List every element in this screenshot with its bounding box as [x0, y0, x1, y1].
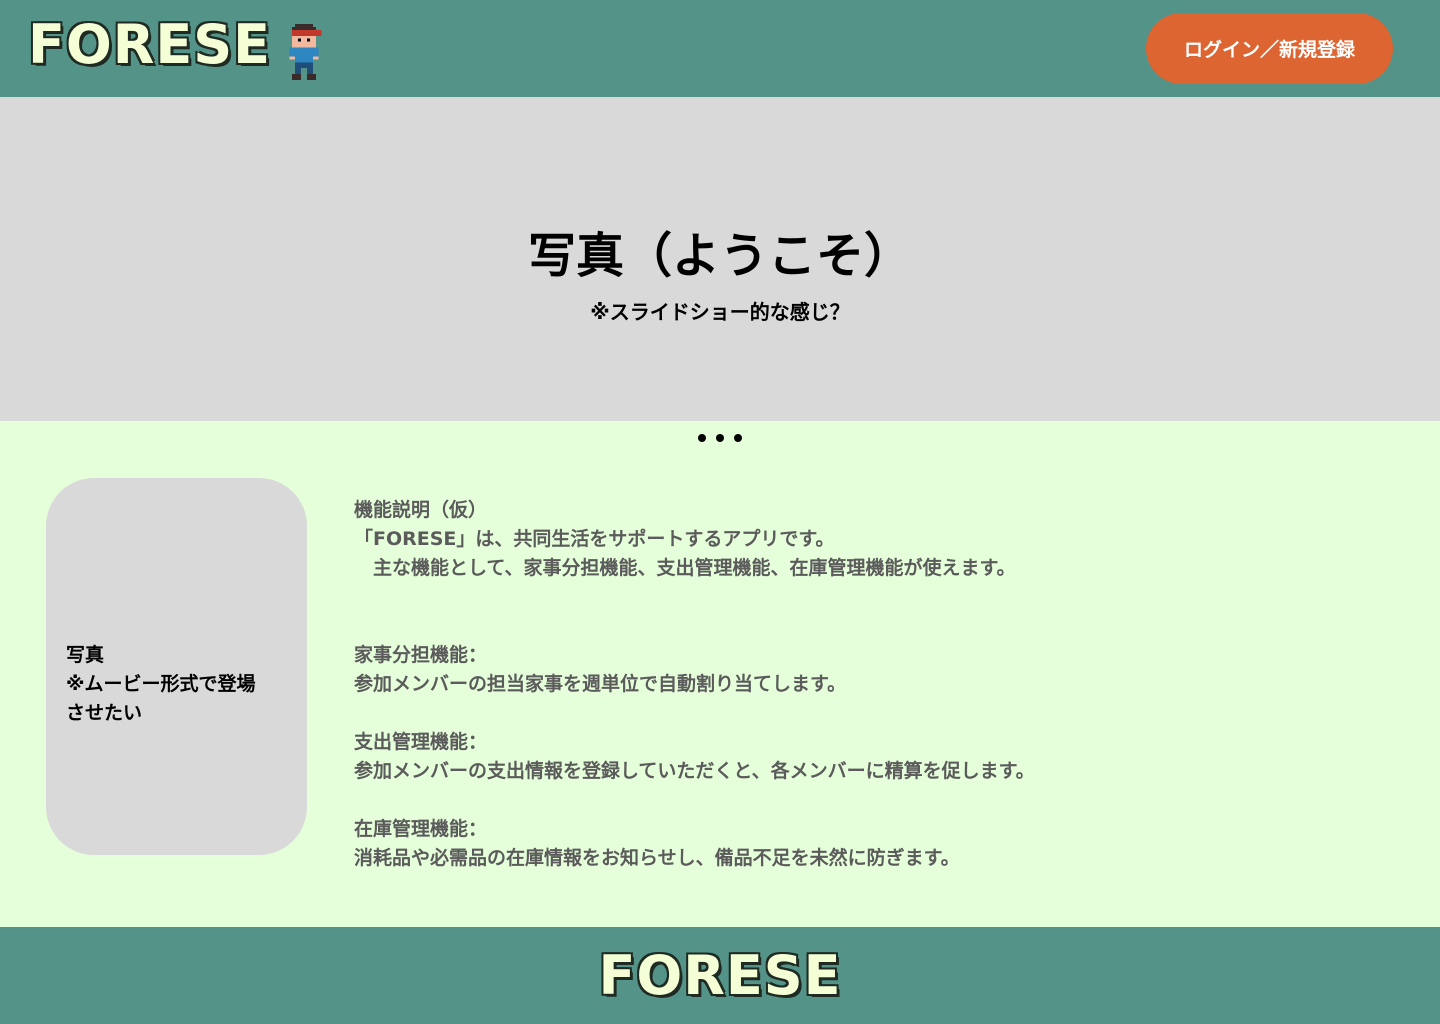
footer-logo[interactable]: FORESE [0, 949, 1440, 1003]
feature-desc-expense: 参加メンバーの支出情報を登録していただくと、各メンバーに精算を促します。 [354, 760, 1035, 782]
login-register-button[interactable]: ログイン／新規登録 [1146, 13, 1393, 84]
features-intro-1: 「FORESE」は、共同生活をサポートするアプリです。 [354, 528, 835, 550]
features-description: 機能説明（仮） 「FORESE」は、共同生活をサポートするアプリです。 主な機能… [354, 496, 1354, 873]
feature-desc-chores: 参加メンバーの担当家事を週単位で自動割り当てします。 [354, 673, 847, 695]
site-footer: FORESE [0, 927, 1440, 1024]
feature-desc-inventory: 消耗品や必需品の在庫情報をお知らせし、備品不足を未然に防ぎます。 [354, 847, 960, 869]
slide-dot-1[interactable] [698, 434, 706, 442]
photo-note: ※ムービー形式で登場 [66, 673, 256, 695]
features-intro-2: 主な機能として、家事分担機能、支出管理機能、在庫管理機能が使えます。 [354, 557, 1016, 579]
site-logo[interactable]: FORESE [28, 18, 271, 72]
slide-indicator [698, 434, 742, 442]
feature-title-expense: 支出管理機能： [354, 731, 488, 753]
features-heading: 機能説明（仮） [354, 499, 488, 521]
site-header: FORESE ログイン／新規登録 [0, 0, 1440, 97]
photo-label: 写真 [66, 644, 105, 666]
pixel-mascot-icon [289, 24, 322, 80]
photo-note-cont: させたい [66, 702, 143, 724]
hero-title: 写真（ようこそ） [527, 228, 912, 284]
hero-subtitle: ※スライドショー的な感じ？ [590, 300, 850, 324]
feature-title-inventory: 在庫管理機能： [354, 818, 488, 840]
slide-dot-2[interactable] [716, 434, 724, 442]
photo-placeholder-text: 写真 ※ムービー形式で登場 させたい [66, 641, 296, 728]
slide-dot-3[interactable] [734, 434, 742, 442]
hero-slideshow: 写真（ようこそ） ※スライドショー的な感じ？ [0, 97, 1440, 421]
feature-title-chores: 家事分担機能： [354, 644, 488, 666]
photo-placeholder-card: 写真 ※ムービー形式で登場 させたい [46, 478, 307, 855]
